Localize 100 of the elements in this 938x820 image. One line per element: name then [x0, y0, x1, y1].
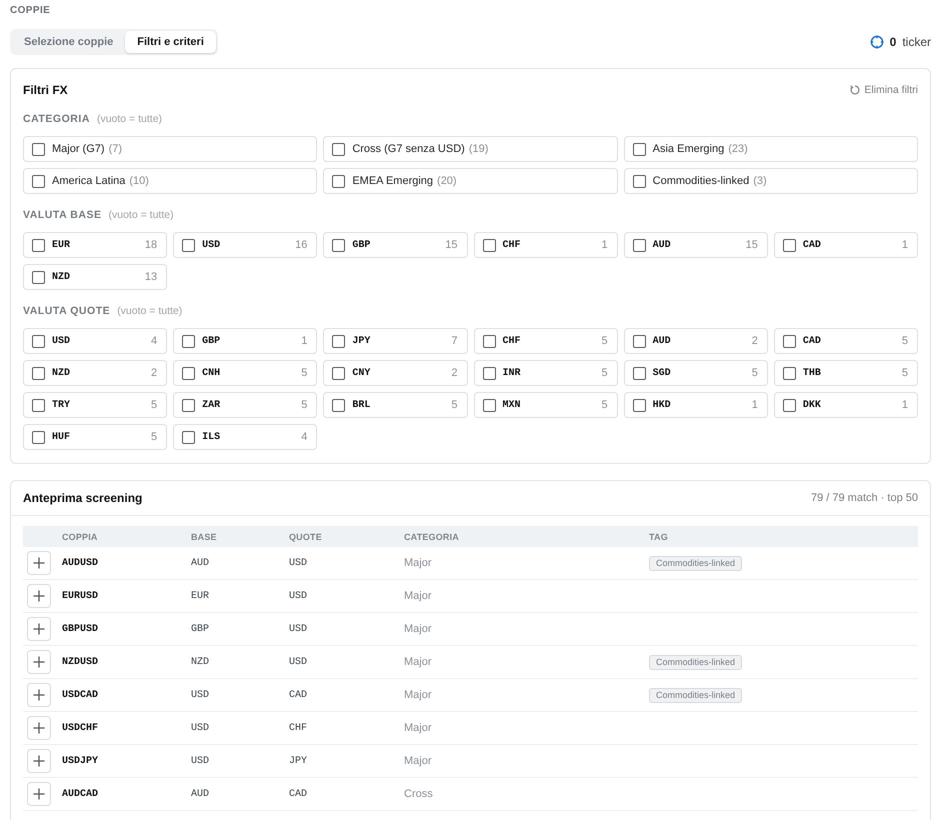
- checkbox[interactable]: [782, 334, 796, 348]
- currency-option[interactable]: ILS 4: [173, 424, 318, 450]
- quote-currency: CAD: [289, 788, 308, 800]
- currency-option[interactable]: NZD 13: [23, 264, 168, 290]
- currency-option[interactable]: CNH 5: [173, 360, 318, 386]
- currency-option[interactable]: MXN 5: [474, 392, 618, 418]
- plus-icon: [33, 788, 45, 800]
- currency-option[interactable]: THB 5: [774, 360, 918, 386]
- checkbox[interactable]: [782, 238, 796, 252]
- base-currency: GBP: [191, 624, 210, 634]
- checkbox[interactable]: [632, 366, 646, 380]
- tab[interactable]: Filtri e criteri: [125, 31, 216, 53]
- add-button[interactable]: [27, 650, 51, 674]
- checkbox[interactable]: [32, 430, 45, 444]
- add-button[interactable]: [27, 749, 51, 773]
- quote-currency: USD: [289, 624, 308, 634]
- category-option[interactable]: Major (G7) (7): [23, 136, 318, 162]
- checkbox[interactable]: [32, 398, 45, 412]
- checkbox[interactable]: [632, 238, 646, 252]
- add-button[interactable]: [27, 551, 51, 575]
- checkbox[interactable]: [482, 334, 496, 348]
- checkbox[interactable]: [332, 174, 346, 188]
- currency-option[interactable]: CNY 2: [323, 360, 468, 386]
- currency-option[interactable]: INR 5: [474, 360, 618, 386]
- currency-option[interactable]: HKD 1: [624, 392, 768, 418]
- checkbox[interactable]: [482, 366, 496, 380]
- currency-option[interactable]: CHF 5: [474, 328, 618, 354]
- add-button[interactable]: [27, 617, 51, 641]
- category-option[interactable]: Cross (G7 senza USD) (19): [323, 136, 618, 162]
- base-currency: EUR: [191, 590, 210, 602]
- checkbox[interactable]: [32, 334, 45, 348]
- currency-option[interactable]: EUR 18: [23, 232, 168, 258]
- category-text: Major: [404, 623, 432, 635]
- currency-option[interactable]: ZAR 5: [173, 392, 318, 418]
- checkbox[interactable]: [32, 238, 45, 252]
- checkbox[interactable]: [332, 366, 346, 380]
- currency-option[interactable]: CHF 1: [474, 232, 618, 258]
- section-hint: (vuoto = tutte): [117, 304, 182, 318]
- pair-code: NZDUSD: [62, 656, 98, 668]
- tab[interactable]: Selezione coppie: [12, 31, 126, 53]
- checkbox[interactable]: [32, 270, 45, 284]
- currency-option[interactable]: AUD 2: [624, 328, 768, 354]
- checkbox[interactable]: [632, 334, 646, 348]
- checkbox[interactable]: [632, 142, 646, 156]
- category-option[interactable]: America Latina (10): [23, 168, 318, 194]
- plus-icon: [33, 722, 45, 734]
- currency-option[interactable]: SGD 5: [624, 360, 768, 386]
- checkbox[interactable]: [32, 142, 45, 156]
- checkbox[interactable]: [32, 174, 45, 188]
- section-hint: (vuoto = tutte): [108, 208, 174, 222]
- card-title: Filtri FX: [23, 83, 68, 97]
- currency-option[interactable]: GBP 1: [173, 328, 318, 354]
- checkbox[interactable]: [332, 398, 346, 412]
- add-button[interactable]: [27, 716, 51, 740]
- checkbox[interactable]: [332, 142, 346, 156]
- currency-option[interactable]: TRY 5: [23, 392, 168, 418]
- checkbox[interactable]: [782, 366, 796, 380]
- checkbox[interactable]: [782, 398, 796, 412]
- currency-option[interactable]: CAD 1: [774, 232, 918, 258]
- quote-currency: USD: [289, 656, 308, 668]
- tag-badge: Commodities-linked: [649, 688, 742, 702]
- add-button[interactable]: [27, 782, 51, 806]
- checkbox[interactable]: [182, 366, 196, 380]
- checkbox[interactable]: [182, 398, 196, 412]
- quote-currency: CHF: [289, 722, 308, 734]
- currency-option[interactable]: GBP 15: [323, 232, 468, 258]
- plus-icon: [33, 623, 45, 635]
- currency-option[interactable]: HUF 5: [23, 424, 168, 450]
- currency-option[interactable]: USD 4: [23, 328, 168, 354]
- category-text: Major: [404, 557, 432, 569]
- category-option[interactable]: EMEA Emerging (20): [323, 168, 618, 194]
- checkbox[interactable]: [482, 398, 496, 412]
- checkbox[interactable]: [182, 238, 196, 252]
- category-text: Major: [404, 689, 432, 701]
- checkbox[interactable]: [482, 238, 496, 252]
- add-button[interactable]: [27, 683, 51, 707]
- plus-icon: [33, 689, 45, 701]
- checkbox[interactable]: [632, 174, 646, 188]
- checkbox[interactable]: [32, 366, 45, 380]
- category-option[interactable]: Commodities-linked (3): [624, 168, 918, 194]
- refresh-icon: [850, 85, 860, 95]
- add-button[interactable]: [27, 584, 51, 608]
- currency-option[interactable]: AUD 15: [624, 232, 768, 258]
- currency-option[interactable]: JPY 7: [323, 328, 468, 354]
- checkbox[interactable]: [332, 238, 346, 252]
- base-currency: AUD: [191, 558, 210, 568]
- clear-filters-button[interactable]: Elimina filtri: [850, 84, 918, 96]
- category-option[interactable]: Asia Emerging (23): [624, 136, 918, 162]
- category-text: Cross: [404, 788, 433, 800]
- currency-option[interactable]: BRL 5: [323, 392, 468, 418]
- currency-option[interactable]: USD 16: [173, 232, 318, 258]
- checkbox[interactable]: [182, 334, 196, 348]
- base-currency: AUD: [191, 788, 210, 800]
- checkbox[interactable]: [332, 334, 346, 348]
- currency-option[interactable]: NZD 2: [23, 360, 168, 386]
- quote-currency: USD: [289, 590, 308, 602]
- checkbox[interactable]: [632, 398, 646, 412]
- currency-option[interactable]: CAD 5: [774, 328, 918, 354]
- checkbox[interactable]: [182, 430, 196, 444]
- currency-option[interactable]: DKK 1: [774, 392, 918, 418]
